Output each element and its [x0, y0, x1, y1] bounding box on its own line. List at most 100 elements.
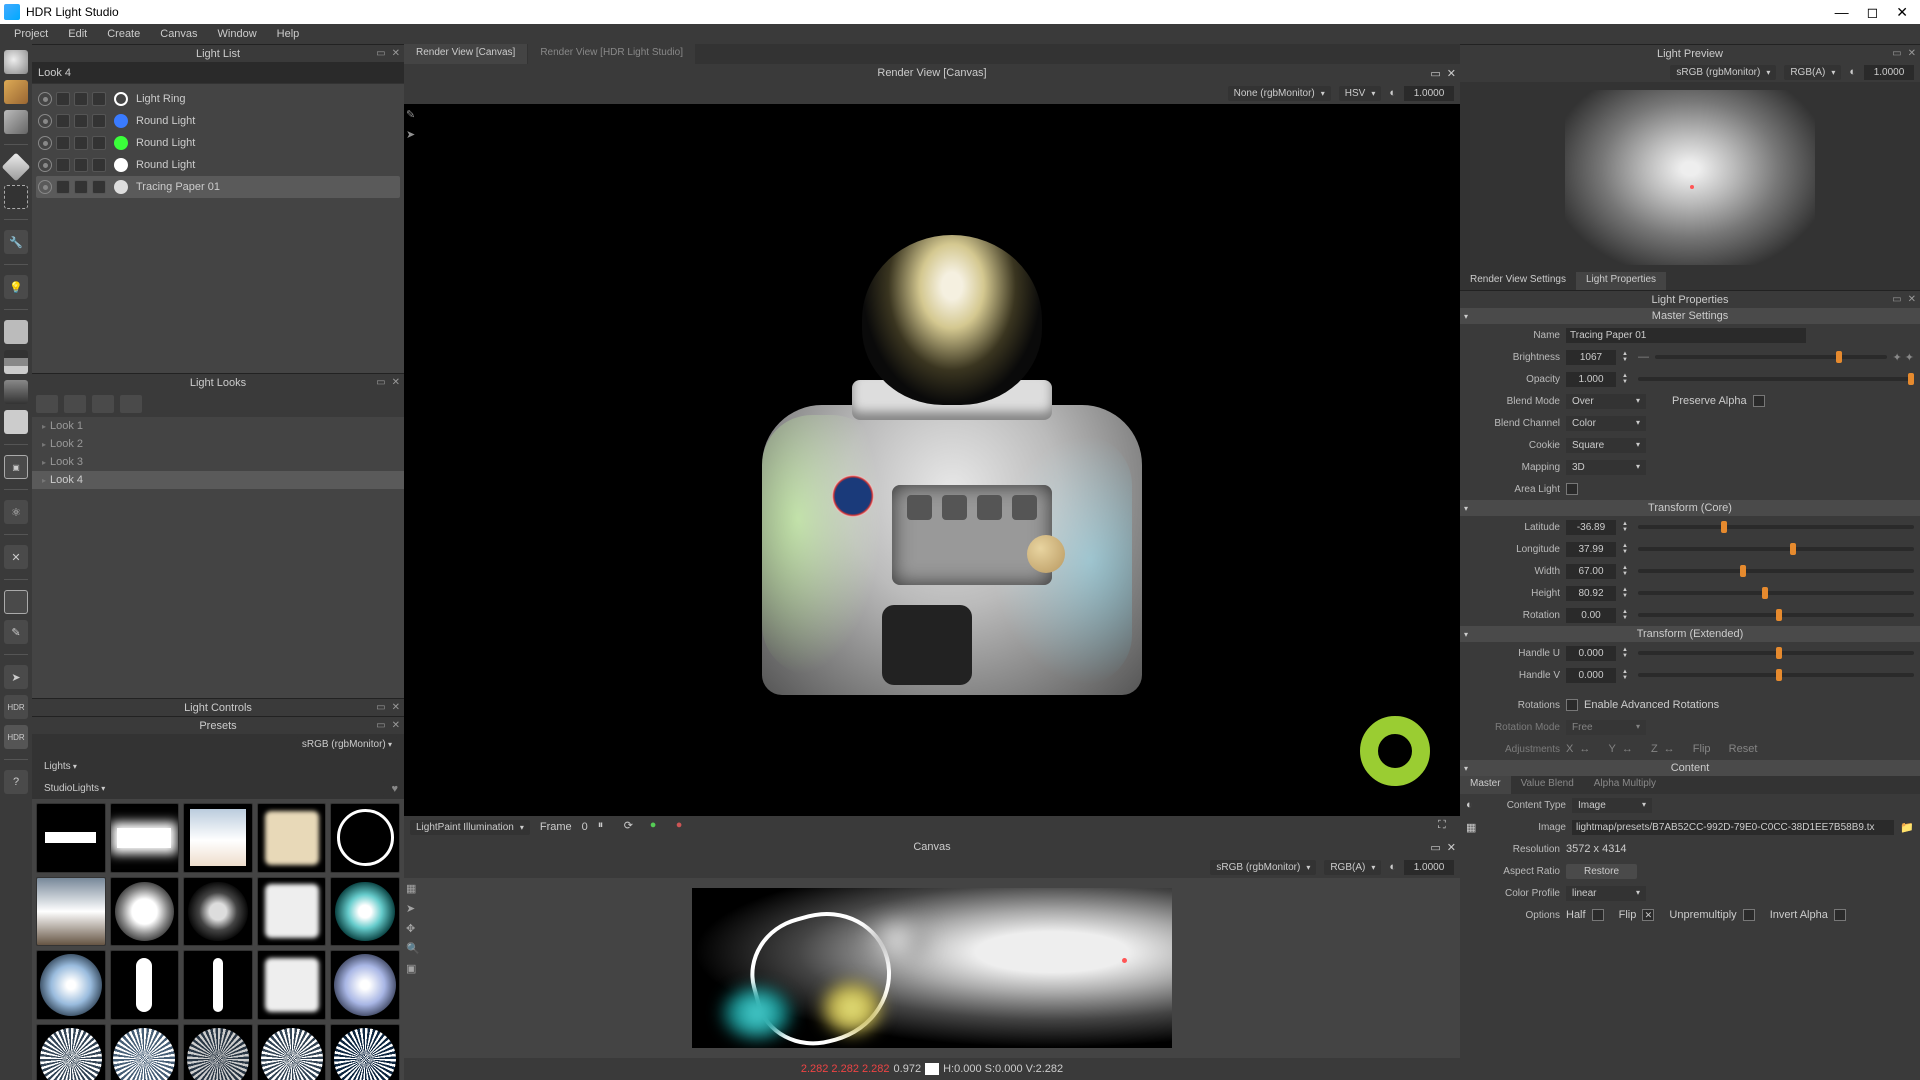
tonemap2-dropdown[interactable]: HSV — [1339, 86, 1382, 101]
presets-category-dropdown[interactable]: Lights — [38, 759, 398, 774]
canvas-channel-dropdown[interactable]: RGB(A) — [1324, 860, 1381, 875]
section-master[interactable]: ▾Master Settings — [1460, 308, 1920, 324]
menu-help[interactable]: Help — [269, 26, 308, 42]
tool-atom-icon[interactable]: ⚛ — [4, 500, 28, 524]
presets-colorspace-dropdown[interactable]: sRGB (rgbMonitor) — [296, 737, 398, 752]
tool-hdr-icon[interactable]: HDR — [4, 695, 28, 719]
preset-thumb[interactable] — [257, 803, 327, 873]
tool-pencil-icon[interactable] — [4, 110, 28, 134]
tool-close-icon[interactable]: ✕ — [4, 545, 28, 569]
handle-u-input[interactable] — [1566, 646, 1616, 661]
visibility-icon[interactable] — [38, 136, 52, 150]
preset-thumb[interactable] — [183, 803, 253, 873]
image-path-input[interactable] — [1572, 820, 1894, 835]
tool-mesh-icon[interactable] — [4, 185, 28, 209]
opt-unpre-checkbox[interactable] — [1743, 909, 1755, 921]
arealight-checkbox[interactable] — [1566, 483, 1578, 495]
preset-thumb[interactable] — [36, 803, 106, 873]
preview-exposure-input[interactable] — [1864, 65, 1914, 80]
subtab-alphamult[interactable]: Alpha Multiply — [1584, 776, 1666, 794]
section-transform-core[interactable]: ▾Transform (Core) — [1460, 500, 1920, 516]
visibility-icon[interactable] — [38, 92, 52, 106]
preset-thumb[interactable] — [183, 1024, 253, 1080]
canvas-exposure-input[interactable] — [1404, 860, 1454, 875]
visibility-icon[interactable] — [38, 180, 52, 194]
enable-adv-rot-checkbox[interactable] — [1566, 699, 1578, 711]
solo-toggle[interactable] — [56, 92, 70, 106]
minimize-button[interactable]: — — [1835, 4, 1849, 21]
preset-thumb[interactable] — [257, 877, 327, 947]
look-dropdown[interactable]: Look 4 — [38, 67, 71, 79]
folder-icon[interactable]: 📁 — [1900, 821, 1914, 834]
preset-thumb[interactable] — [257, 1024, 327, 1080]
tab-render-hdr[interactable]: Render View [HDR Light Studio] — [528, 44, 695, 64]
light-gizmo[interactable] — [1360, 716, 1430, 786]
preset-thumb[interactable] — [330, 877, 400, 947]
fit-icon[interactable]: ▣ — [406, 962, 422, 978]
cookie-dropdown[interactable]: Square — [1566, 438, 1646, 453]
subtab-master[interactable]: Master — [1460, 776, 1511, 794]
visibility-icon[interactable] — [38, 114, 52, 128]
tab-render-canvas[interactable]: Render View [Canvas] — [404, 44, 527, 64]
tool-brush-icon[interactable] — [4, 80, 28, 104]
rotation-slider[interactable] — [1638, 613, 1914, 617]
delete-look-button[interactable] — [120, 395, 142, 413]
height-input[interactable] — [1566, 586, 1616, 601]
tool-hdr2-icon[interactable]: HDR — [4, 725, 28, 749]
subtab-valueblend[interactable]: Value Blend — [1511, 776, 1584, 794]
preset-thumb[interactable] — [330, 803, 400, 873]
move-icon[interactable]: ✥ — [406, 922, 422, 938]
remove-look-button[interactable] — [64, 395, 86, 413]
close-panel-icon[interactable]: ✕ — [392, 48, 400, 59]
opacity-input[interactable] — [1566, 372, 1616, 387]
zoom-icon[interactable]: 🔍 — [406, 942, 422, 958]
section-transform-ext[interactable]: ▾Transform (Extended) — [1460, 626, 1920, 642]
preset-thumb[interactable] — [110, 803, 180, 873]
tool-edit-icon[interactable]: ✎ — [4, 620, 28, 644]
menu-create[interactable]: Create — [99, 26, 148, 42]
menu-canvas[interactable]: Canvas — [152, 26, 205, 42]
tool-square-icon[interactable] — [4, 590, 28, 614]
light-row[interactable]: Round Light — [36, 154, 400, 176]
look-item[interactable]: Look 2 — [32, 435, 404, 453]
longitude-input[interactable] — [1566, 542, 1616, 557]
maximize-button[interactable]: ◻ — [1867, 4, 1879, 21]
restore-button[interactable]: Restore — [1566, 864, 1637, 879]
tool-help-icon[interactable]: ? — [4, 770, 28, 794]
width-slider[interactable] — [1638, 569, 1914, 573]
visibility-icon[interactable] — [38, 158, 52, 172]
canvas-colorspace-dropdown[interactable]: sRGB (rgbMonitor) — [1210, 860, 1316, 875]
brightness-slider[interactable] — [1655, 355, 1887, 359]
exposure-input[interactable] — [1404, 86, 1454, 101]
preview-colorspace-dropdown[interactable]: sRGB (rgbMonitor) — [1670, 65, 1776, 80]
exposure-wheel-icon[interactable]: ◐ — [1389, 87, 1396, 99]
close-button[interactable]: ✕ — [1896, 4, 1908, 21]
tool-light-icon[interactable]: 💡 — [4, 275, 28, 299]
look-item[interactable]: Look 4 — [32, 471, 404, 489]
brightness-input[interactable] — [1566, 350, 1616, 365]
grid-icon[interactable]: ▦ — [406, 882, 422, 898]
preset-thumb[interactable] — [183, 877, 253, 947]
brush-icon[interactable]: ✎ — [406, 108, 422, 124]
favorite-icon[interactable]: ♥ — [391, 783, 398, 795]
tool-pointer-icon[interactable] — [4, 50, 28, 74]
tab-render-settings[interactable]: Render View Settings — [1460, 272, 1576, 290]
light-row[interactable]: Light Ring — [36, 88, 400, 110]
latitude-input[interactable] — [1566, 520, 1616, 535]
opt-flip-checkbox[interactable]: ✕ — [1642, 909, 1654, 921]
preset-thumb[interactable] — [110, 1024, 180, 1080]
tool-wrench-icon[interactable]: 🔧 — [4, 230, 28, 254]
preset-thumb[interactable] — [257, 950, 327, 1020]
canvas-view[interactable]: ▦ ➤ ✥ 🔍 ▣ — [404, 878, 1460, 1058]
handle-v-input[interactable] — [1566, 668, 1616, 683]
look-item[interactable]: Look 1 — [32, 417, 404, 435]
exposure-wheel-icon[interactable]: ◐ — [1849, 66, 1856, 78]
menu-project[interactable]: Project — [6, 26, 56, 42]
preview-channel-dropdown[interactable]: RGB(A) — [1784, 65, 1841, 80]
tool-swatch-1[interactable] — [4, 320, 28, 344]
preset-thumb[interactable] — [36, 877, 106, 947]
mute-toggle[interactable] — [74, 92, 88, 106]
name-input[interactable] — [1566, 328, 1806, 343]
tonemap1-dropdown[interactable]: None (rgbMonitor) — [1228, 86, 1331, 101]
mapping-dropdown[interactable]: 3D — [1566, 460, 1646, 475]
